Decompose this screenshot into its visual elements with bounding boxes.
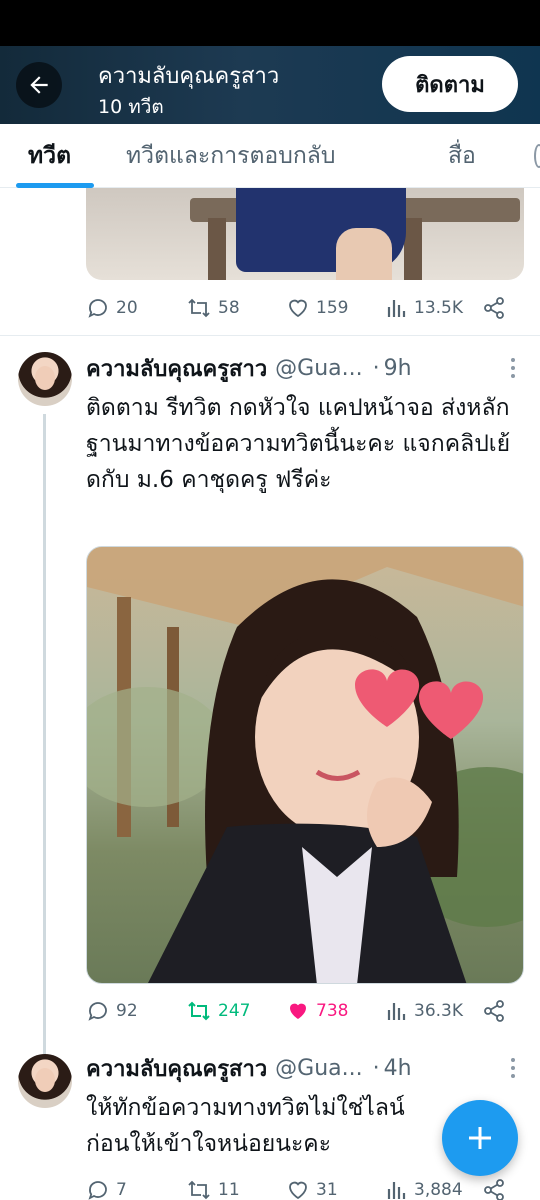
tab-active-indicator	[16, 183, 94, 188]
thread-connector	[43, 414, 46, 1054]
user-handle[interactable]: @Gua...	[275, 356, 362, 381]
bar-chart-icon	[387, 1003, 406, 1020]
tweet-text: ให้ทักข้อความทางทวิตไม่ใช่ไลน์ ก่อนให้เข…	[86, 1095, 405, 1157]
status-bar	[0, 0, 540, 46]
reply-button[interactable]: 92	[86, 993, 138, 1029]
tweet-actions: 92 247 738 36.3K	[86, 993, 526, 1029]
share-button[interactable]	[482, 993, 506, 1029]
separator-dot: ·	[372, 1055, 380, 1081]
bar-chart-icon	[387, 1182, 406, 1199]
reply-button[interactable]: 20	[86, 290, 138, 326]
like-button[interactable]: 159	[286, 290, 348, 326]
retweet-count: 247	[218, 1001, 251, 1021]
tweet-header: ความลับคุณครูสาว @Gua... · 9h	[86, 352, 412, 384]
plus-icon	[469, 1127, 491, 1149]
separator-dot: ·	[372, 355, 380, 381]
share-nodes-icon	[484, 1000, 504, 1022]
page-title: ความลับคุณครูสาว	[98, 64, 280, 89]
tweet-time[interactable]: 9h	[384, 356, 412, 381]
follow-button[interactable]: ติดตาม	[382, 56, 518, 112]
like-count: 738	[316, 1001, 349, 1021]
share-nodes-icon	[484, 1179, 504, 1200]
retweet-arrows-icon	[188, 298, 210, 318]
tab-overflow	[534, 144, 540, 168]
views-button[interactable]: 3,884	[386, 1172, 463, 1200]
reply-count: 7	[116, 1180, 127, 1200]
retweet-count: 58	[218, 298, 240, 318]
back-button[interactable]	[16, 62, 62, 108]
retweet-button[interactable]: 247	[186, 993, 250, 1029]
speech-bubble-icon	[88, 1002, 107, 1021]
share-button[interactable]	[482, 290, 506, 326]
arrow-left-icon	[30, 76, 48, 94]
view-count: 3,884	[414, 1180, 463, 1200]
display-name[interactable]: ความลับคุณครูสาว	[86, 1051, 267, 1086]
like-button[interactable]: 738	[286, 993, 348, 1029]
retweet-button[interactable]: 58	[186, 290, 240, 326]
speech-bubble-icon	[88, 299, 107, 318]
retweet-arrows-icon	[188, 1001, 210, 1021]
divider	[0, 335, 540, 336]
profile-tabs: ทวีต ทวีตและการตอบกลับ สื่อ	[0, 124, 540, 188]
view-count: 13.5K	[414, 298, 463, 318]
profile-header: ความลับคุณครูสาว 10 ทวีต ติดตาม	[0, 46, 540, 124]
share-button[interactable]	[482, 1172, 506, 1200]
views-button[interactable]: 36.3K	[386, 993, 463, 1029]
tab-tweets-replies[interactable]: ทวีตและการตอบกลับ	[126, 124, 335, 188]
retweet-arrows-icon	[188, 1180, 210, 1200]
tweet-time[interactable]: 4h	[384, 1056, 412, 1081]
tweet-text: ติดตาม รีทวิต กดหัวใจ แคปหน้าจอ ส่งหลักฐ…	[86, 395, 511, 493]
heart-icon	[289, 1181, 307, 1200]
like-count: 31	[316, 1180, 338, 1200]
like-count: 159	[316, 298, 349, 318]
prev-tweet-image[interactable]	[86, 188, 524, 280]
more-options-icon[interactable]	[504, 356, 522, 380]
reply-count: 92	[116, 1001, 138, 1021]
heart-icon	[290, 1003, 306, 1019]
tweet-actions: 7 11 31 3,884	[86, 1172, 526, 1200]
reply-count: 20	[116, 298, 138, 318]
avatar[interactable]	[18, 352, 72, 406]
reply-button[interactable]: 7	[86, 1172, 127, 1200]
user-handle[interactable]: @Gua...	[275, 1056, 362, 1081]
tweet-count: 10 ทวีต	[98, 96, 164, 118]
speech-bubble-icon	[88, 1181, 107, 1200]
avatar[interactable]	[18, 1054, 72, 1108]
share-nodes-icon	[484, 297, 504, 319]
retweet-count: 11	[218, 1180, 240, 1200]
compose-tweet-button[interactable]	[442, 1100, 518, 1176]
bar-chart-icon	[387, 300, 406, 317]
prev-tweet-actions: 20 58 159 13.5K	[86, 290, 526, 326]
views-button[interactable]: 13.5K	[386, 290, 463, 326]
tab-media[interactable]: สื่อ	[448, 124, 476, 188]
like-button[interactable]: 31	[286, 1172, 338, 1200]
view-count: 36.3K	[414, 1001, 463, 1021]
tweet-photo[interactable]	[86, 546, 524, 984]
display-name[interactable]: ความลับคุณครูสาว	[86, 351, 267, 386]
more-options-icon[interactable]	[504, 1056, 522, 1080]
heart-icon	[289, 299, 307, 318]
tweet-header: ความลับคุณครูสาว @Gua... · 4h	[86, 1052, 412, 1084]
tab-tweets[interactable]: ทวีต	[28, 124, 71, 188]
retweet-button[interactable]: 11	[186, 1172, 240, 1200]
